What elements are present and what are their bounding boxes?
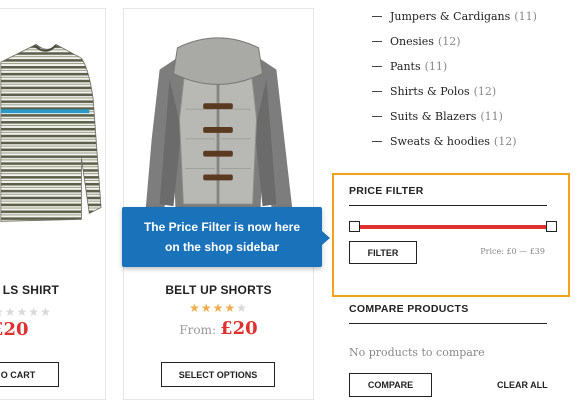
category-item[interactable]: Jumpers & Cardigans (11) [372, 4, 537, 29]
compare-button[interactable]: COMPARE [349, 373, 432, 397]
category-count: (12) [437, 35, 461, 48]
price-from-label: From: [179, 323, 217, 337]
compare-empty-message: No products to compare [349, 346, 485, 359]
category-count: (12) [493, 135, 517, 148]
product-price: £20 [0, 319, 29, 340]
category-item[interactable]: Sweats & hoodies (12) [372, 129, 537, 154]
category-item[interactable]: Shirts & Polos (12) [372, 79, 537, 104]
rating-stars: ★★★★★ [124, 301, 313, 315]
tooltip-line-1: The Price Filter is now here [143, 220, 301, 234]
category-name[interactable]: Sweats & hoodies [390, 135, 490, 148]
star-filled-icon: ★ [200, 301, 213, 315]
star-empty-icon: ★ [16, 305, 29, 319]
product-image-sweater[interactable] [0, 9, 105, 239]
price-row: £20 [0, 319, 29, 340]
price-slider-range[interactable] [354, 225, 552, 229]
category-count: (11) [424, 60, 448, 73]
category-item[interactable]: Suits & Blazers (11) [372, 104, 537, 129]
filter-button[interactable]: FILTER [349, 241, 417, 264]
compare-products-title: COMPARE PRODUCTS [349, 303, 469, 315]
divider [349, 205, 547, 206]
price-row: From: £20 [124, 318, 313, 339]
divider [349, 323, 547, 324]
category-name[interactable]: Onesies [390, 35, 434, 48]
category-name[interactable]: Shirts & Polos [390, 85, 470, 98]
star-filled-icon: ★ [224, 301, 237, 315]
dash-icon [372, 41, 382, 42]
price-filter-title: PRICE FILTER [349, 185, 424, 197]
category-count: (11) [480, 110, 503, 123]
product-name[interactable]: BELT UP SHORTS [124, 283, 313, 297]
category-name[interactable]: Suits & Blazers [390, 110, 476, 123]
dash-icon [372, 66, 382, 67]
product-price: £20 [220, 318, 258, 339]
star-empty-icon: ★ [40, 305, 52, 319]
clear-all-link[interactable]: CLEAR ALL [497, 380, 548, 390]
category-item[interactable]: Pants (11) [372, 54, 537, 79]
dash-icon [372, 91, 382, 92]
add-to-cart-button[interactable]: O CART [0, 362, 59, 387]
price-slider-max-handle[interactable] [546, 221, 557, 232]
star-empty-icon: ★ [236, 301, 248, 315]
product-categories-list: Jumpers & Cardigans (11) Onesies (12) Pant… [372, 4, 537, 154]
rating-stars: ★★★★★ [0, 305, 52, 319]
dash-icon [372, 16, 382, 17]
dash-icon [372, 116, 382, 117]
select-options-button[interactable]: SELECT OPTIONS [161, 362, 275, 387]
category-name[interactable]: Jumpers & Cardigans [390, 10, 510, 23]
category-count: (11) [514, 10, 537, 23]
star-filled-icon: ★ [189, 301, 201, 315]
product-card: BELT UP SHORTS ★★★★★ From: £20 SELECT OPT… [123, 8, 314, 400]
category-name[interactable]: Pants [390, 60, 421, 73]
dash-icon [372, 141, 382, 142]
category-item[interactable]: Onesies (12) [372, 29, 537, 54]
price-range-label: Price: £0 — £39 [480, 247, 545, 256]
category-count: (12) [473, 85, 497, 98]
product-card: S LS SHIRT ★★★★★ £20 O CART [0, 8, 106, 400]
product-image-jacket[interactable] [124, 9, 313, 239]
star-empty-icon: ★ [4, 305, 17, 319]
price-slider-min-handle[interactable] [349, 221, 360, 232]
product-name[interactable]: S LS SHIRT [0, 283, 59, 297]
tooltip-line-2: on the shop sidebar [164, 240, 279, 254]
price-filter-widget: PRICE FILTER FILTER Price: £0 — £39 [332, 173, 570, 297]
star-empty-icon: ★ [28, 305, 41, 319]
star-filled-icon: ★ [212, 301, 225, 315]
price-filter-tooltip: The Price Filter is now here on the shop… [122, 207, 330, 267]
